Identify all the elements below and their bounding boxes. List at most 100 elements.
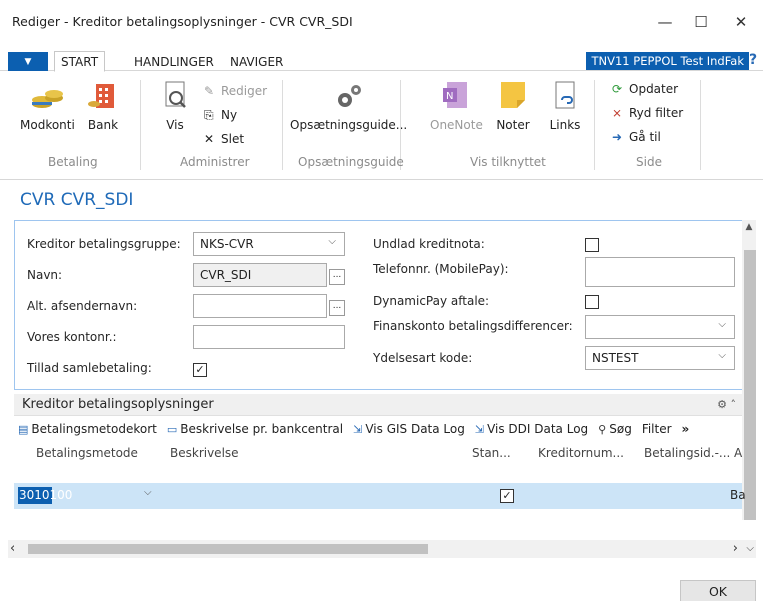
dynamicpay-checkbox[interactable] xyxy=(585,295,599,309)
refresh-icon: ⟳ xyxy=(612,82,623,96)
ydelsesart-select[interactable]: NSTEST ⌵ xyxy=(585,346,735,370)
vis-gis-data-log-button[interactable]: ⇲ Vis GIS Data Log xyxy=(349,422,471,436)
vertical-scrollbar[interactable]: ▲ xyxy=(742,220,756,520)
grid-header: Betalingsmetode Beskrivelse Stan... Kred… xyxy=(14,446,742,464)
part-settings-icon[interactable]: ⚙ ˄ xyxy=(717,398,736,411)
ydelsesart-label: Ydelsesart kode: xyxy=(373,351,473,365)
slet-label: Slet xyxy=(221,132,245,146)
ribbon: Modkonti Bank Vis ✎ Rediger ⎘ Ny ✕ Slet xyxy=(0,72,763,180)
ok-button[interactable]: OK xyxy=(680,580,756,601)
vis-ddi-data-log-label: Vis DDI Data Log xyxy=(487,422,589,436)
col-standard[interactable]: Stan... xyxy=(472,446,511,460)
ribbon-tabs: ▼ START HANDLINGER NAVIGER TNV11 PEPPOL … xyxy=(0,44,763,72)
window-title: Rediger - Kreditor betalingsoplysninger … xyxy=(12,14,353,29)
filter-button[interactable]: Filter xyxy=(638,422,678,436)
horizontal-scrollbar[interactable]: ‹ › ⌵ xyxy=(8,540,756,558)
telefonnr-field[interactable] xyxy=(585,257,735,287)
table-row[interactable]: 3010100 ⌵ ✓ Ba xyxy=(14,483,746,509)
undlad-kreditnota-checkbox[interactable] xyxy=(585,238,599,252)
maximize-button[interactable]: ☐ xyxy=(686,10,716,34)
gaa-til-label: Gå til xyxy=(629,130,661,144)
bank-label: Bank xyxy=(87,118,119,132)
minimize-button[interactable]: — xyxy=(650,10,680,34)
scroll-right-icon[interactable]: › xyxy=(733,541,738,556)
rediger-label: Rediger xyxy=(221,84,268,98)
opdater-button[interactable]: ⟳ Opdater xyxy=(612,80,678,98)
vis-gis-data-log-label: Vis GIS Data Log xyxy=(365,422,465,436)
last-cell: Ba xyxy=(730,488,746,502)
navn-field[interactable]: CVR_SDI xyxy=(193,263,327,287)
vis-label: Vis xyxy=(166,118,184,132)
tab-naviger[interactable]: NAVIGER xyxy=(224,51,289,72)
ny-label: Ny xyxy=(221,108,238,122)
help-icon[interactable]: ? xyxy=(749,52,763,70)
scrollbar-thumb[interactable] xyxy=(28,544,428,554)
links-button[interactable]: Links xyxy=(548,80,582,132)
col-betalingsid[interactable]: Betalingsid.-... xyxy=(644,446,730,460)
filter-label: Filter xyxy=(641,422,672,436)
slet-button[interactable]: ✕ Slet xyxy=(204,130,244,148)
vis-ddi-data-log-button[interactable]: ⇲ Vis DDI Data Log xyxy=(471,422,594,436)
group-label-administrer: Administrer xyxy=(180,155,250,169)
coins-icon xyxy=(32,90,64,108)
log-icon: ⇲ xyxy=(353,422,363,436)
onenote-icon: N xyxy=(443,82,468,108)
betalingsmetode-cell[interactable]: 3010100 xyxy=(18,487,72,504)
alt-afsendernavn-label: Alt. afsendernavn: xyxy=(27,299,138,313)
finanskonto-select[interactable]: ⌵ xyxy=(585,315,735,339)
company-badge[interactable]: TNV11 PEPPOL Test IndFak xyxy=(586,52,749,70)
scroll-left-icon[interactable]: ‹ xyxy=(10,541,15,556)
ribbon-separator xyxy=(594,80,595,170)
rediger-button[interactable]: ✎ Rediger xyxy=(204,82,267,100)
bank-icon xyxy=(88,84,114,108)
group-label-betaling: Betaling xyxy=(48,155,98,169)
opsaetningsguide-label: Opsætningsguide... xyxy=(290,118,408,132)
group-label-side: Side xyxy=(636,155,662,169)
more-actions-button[interactable]: » xyxy=(678,422,696,436)
modkonti-button[interactable]: Modkonti xyxy=(20,80,75,132)
close-button[interactable]: ✕ xyxy=(726,10,756,34)
col-beskrivelse[interactable]: Beskrivelse xyxy=(170,446,239,460)
title-bar: Rediger - Kreditor betalingsoplysninger … xyxy=(0,0,763,44)
tab-handlinger[interactable]: HANDLINGER xyxy=(128,51,220,72)
betalingsmetodekort-button[interactable]: ▤ Betalingsmetodekort xyxy=(14,422,163,436)
delete-icon: ✕ xyxy=(204,132,215,146)
standard-checkbox[interactable]: ✓ xyxy=(500,489,514,503)
gears-icon xyxy=(337,85,361,107)
modkonti-label: Modkonti xyxy=(20,118,75,132)
soeg-button[interactable]: ⚲ Søg xyxy=(594,422,638,436)
bank-button[interactable]: Bank xyxy=(86,80,120,132)
ribbon-separator xyxy=(282,80,283,170)
opsaetningsguide-button[interactable]: Opsætningsguide... xyxy=(290,80,407,132)
onenote-button[interactable]: N OneNote xyxy=(430,80,483,132)
part-title: Kreditor betalingsoplysninger xyxy=(22,397,214,412)
ribbon-separator xyxy=(140,80,141,170)
kreditor-betalingsgruppe-select[interactable]: NKS-CVR ⌵ xyxy=(193,232,345,256)
opdater-label: Opdater xyxy=(629,82,679,96)
alt-afsendernavn-field[interactable] xyxy=(193,294,327,318)
tillad-samlebetaling-label: Tillad samlebetaling: xyxy=(27,361,152,375)
part-actions: ▤ Betalingsmetodekort ▭ Beskrivelse pr. ba… xyxy=(14,418,742,440)
col-kreditornummer[interactable]: Kreditornum... xyxy=(538,446,624,460)
card-icon: ▤ xyxy=(18,422,29,436)
app-menu-button[interactable]: ▼ xyxy=(8,52,48,71)
ny-button[interactable]: ⎘ Ny xyxy=(204,106,237,124)
col-a[interactable]: A xyxy=(734,446,742,460)
vores-kontonr-field[interactable] xyxy=(193,325,345,349)
vis-button[interactable]: Vis xyxy=(158,80,192,132)
scroll-down-icon[interactable]: ⌵ xyxy=(746,543,754,554)
chevron-down-icon[interactable]: ⌵ xyxy=(144,487,152,498)
beskrivelse-bankcentral-button[interactable]: ▭ Beskrivelse pr. bankcentral xyxy=(163,422,349,436)
navn-label: Navn: xyxy=(27,268,63,282)
pencil-icon: ✎ xyxy=(204,84,215,98)
alt-afsendernavn-lookup-button[interactable]: ... xyxy=(329,300,345,316)
gaa-til-button[interactable]: ➜ Gå til xyxy=(612,128,661,146)
scrollbar-thumb[interactable] xyxy=(744,250,756,520)
scroll-up-icon[interactable]: ▲ xyxy=(742,222,756,236)
tillad-samlebetaling-checkbox[interactable]: ✓ xyxy=(193,363,207,377)
col-betalingsmetode[interactable]: Betalingsmetode xyxy=(36,446,138,460)
tab-start[interactable]: START xyxy=(54,51,106,72)
navn-lookup-button[interactable]: ... xyxy=(329,269,345,285)
noter-button[interactable]: Noter xyxy=(496,80,530,132)
ryd-filter-button[interactable]: ⨯ Ryd filter xyxy=(612,104,683,122)
